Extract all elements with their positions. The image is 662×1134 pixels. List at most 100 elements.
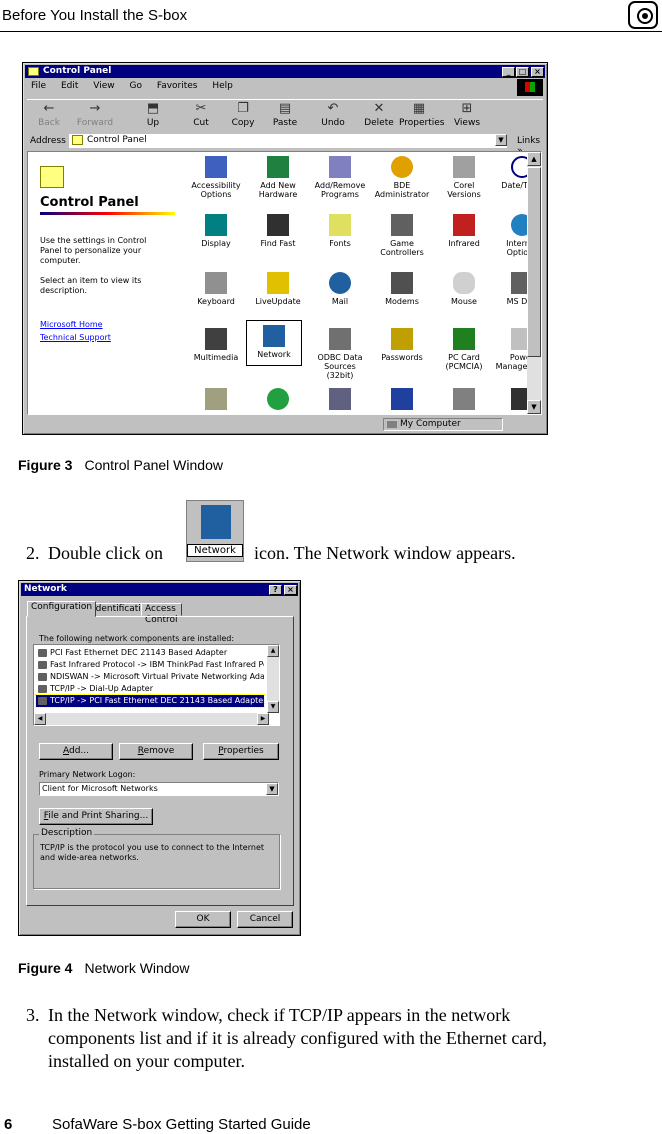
close-button[interactable]: × [284,585,297,595]
row5-item-1[interactable] [188,388,244,413]
row5-item-5[interactable] [436,388,492,413]
close-button[interactable]: × [531,67,544,77]
up-button[interactable]: ⬒ Up [133,102,173,129]
tab-access-control[interactable]: Access Control [141,603,182,625]
corel-versions-item[interactable]: Corel Versions [436,156,492,199]
maximize-button[interactable]: □ [516,67,529,77]
liveupdate-item[interactable]: LiveUpdate [250,272,306,306]
menu-favorites[interactable]: Favorites [157,81,198,91]
row5-item-3[interactable] [312,388,368,413]
bde-administrator-item[interactable]: BDE Administrator [374,156,430,199]
fonts-item[interactable]: Fonts [312,214,368,248]
display-item[interactable]: Display [188,214,244,248]
list-item[interactable]: PCI Fast Ethernet DEC 21143 Based Adapte… [36,647,264,659]
description-legend: Description [39,828,95,838]
add-button[interactable]: Add... [39,743,113,760]
primary-logon-select[interactable]: Client for Microsoft Networks ▼ [39,782,279,796]
passwords-item[interactable]: Passwords [374,328,430,362]
list-item[interactable]: TCP/IP -> Dial-Up Adapter [36,683,264,695]
menu-view[interactable]: View [93,81,114,91]
minimize-button[interactable]: _ [502,67,515,77]
infrared-icon [453,214,475,236]
control-panel-icons: Accessibility Options Add New Hardware A… [188,152,541,414]
add-new-hardware-item[interactable]: Add New Hardware [250,156,306,199]
row5-item-4[interactable] [374,388,430,413]
keyboard-item[interactable]: Keyboard [188,272,244,306]
scroll-up-arrow-icon[interactable]: ▲ [267,645,279,657]
joystick-icon [391,214,413,236]
menu-file[interactable]: File [31,81,46,91]
control-panel-title-icon [28,67,39,76]
control-panel-window: Control Panel _ □ × File Edit View Go Fa… [22,62,548,435]
control-panel-folder-icon [72,135,83,145]
network-dialog: Network ? × Configuration Identification… [18,580,301,936]
control-panel-sidebar: Control Panel Use the settings in Contro… [28,152,178,414]
figure-4-caption: Figure 4 Network Window [18,960,190,976]
odbc-data-sources-item[interactable]: ODBC Data Sources (32bit) [312,328,368,380]
infrared-item[interactable]: Infrared [436,214,492,248]
scroll-thumb[interactable] [527,167,541,357]
odbc-icon [329,328,351,350]
pc-card-item[interactable]: PC Card (PCMCIA) [436,328,492,371]
components-label: The following network components are ins… [39,634,235,643]
cut-button[interactable]: ✂ Cut [181,102,221,129]
file-print-sharing-button[interactable]: File and Print Sharing... [39,808,153,825]
views-button[interactable]: ⊞ Views [447,102,487,129]
back-button[interactable]: ← Back [29,102,69,129]
list-item[interactable]: NDISWAN -> Microsoft Virtual Private Net… [36,671,264,683]
help-button[interactable]: ? [269,585,282,595]
ok-button[interactable]: OK [175,911,231,928]
address-field[interactable]: Control Panel ▼ [69,134,507,148]
chevron-down-icon[interactable]: ▼ [495,134,507,146]
undo-button[interactable]: ↶ Undo [313,102,353,129]
modems-item[interactable]: Modems [374,272,430,306]
list-item-selected[interactable]: TCP/IP -> PCI Fast Ethernet DEC 21143 Ba… [35,694,265,708]
network-icon [201,505,231,539]
status-pane: My Computer [383,418,503,431]
row5-item-2[interactable] [250,388,306,413]
list-horizontal-scrollbar[interactable]: ◀ ▶ [34,713,269,725]
scroll-down-arrow-icon[interactable]: ▼ [267,701,279,713]
add-remove-programs-item[interactable]: Add/Remove Programs [312,156,368,199]
footer-title: SofaWare S-box Getting Started Guide [52,1116,311,1133]
vertical-scrollbar[interactable]: ▲ ▼ [527,152,541,414]
control-panel-big-icon [40,166,64,188]
game-controllers-item[interactable]: Game Controllers [374,214,430,257]
properties-button[interactable]: Properties [203,743,279,760]
display-icon [205,214,227,236]
menu-go[interactable]: Go [129,81,141,91]
step-3-number: 3. [26,1005,40,1025]
forward-button[interactable]: → Forward [75,102,115,129]
network-item[interactable]: Network [246,320,302,366]
components-list[interactable]: PCI Fast Ethernet DEC 21143 Based Adapte… [33,644,280,726]
tab-configuration[interactable]: Configuration [27,601,97,617]
menu-edit[interactable]: Edit [61,81,78,91]
technical-support-link[interactable]: Technical Support [40,333,111,342]
scroll-up-arrow-icon[interactable]: ▲ [527,152,541,166]
find-fast-item[interactable]: Find Fast [250,214,306,248]
mail-item[interactable]: Mail [312,272,368,306]
microsoft-home-link[interactable]: Microsoft Home [40,320,103,329]
multimedia-item[interactable]: Multimedia [188,328,244,362]
menu-bar: File Edit View Go Favorites Help [31,81,245,93]
keys-icon [391,328,413,350]
menu-help[interactable]: Help [212,81,233,91]
paste-button[interactable]: ▤ Paste [265,102,305,129]
properties-button[interactable]: ▦ Properties [399,102,444,129]
chevron-down-icon[interactable]: ▼ [266,783,278,795]
mouse-item[interactable]: Mouse [436,272,492,306]
accessibility-options-item[interactable]: Accessibility Options [188,156,244,199]
copy-icon: ❐ [237,101,249,116]
remove-button[interactable]: Remove [119,743,193,760]
list-item[interactable]: Fast Infrared Protocol -> IBM ThinkPad F… [36,659,264,671]
primary-logon-label: Primary Network Logon: [39,770,136,779]
scroll-left-arrow-icon[interactable]: ◀ [34,713,46,725]
scroll-right-arrow-icon[interactable]: ▶ [257,713,269,725]
copy-button[interactable]: ❐ Copy [223,101,263,129]
delete-button[interactable]: ✕ Delete [359,102,399,129]
list-vertical-scrollbar[interactable]: ▲ ▼ [267,645,279,713]
scroll-down-arrow-icon[interactable]: ▼ [527,400,541,414]
cancel-button[interactable]: Cancel [237,911,293,928]
bde-icon [391,156,413,178]
sofaware-logo-icon [628,1,658,29]
